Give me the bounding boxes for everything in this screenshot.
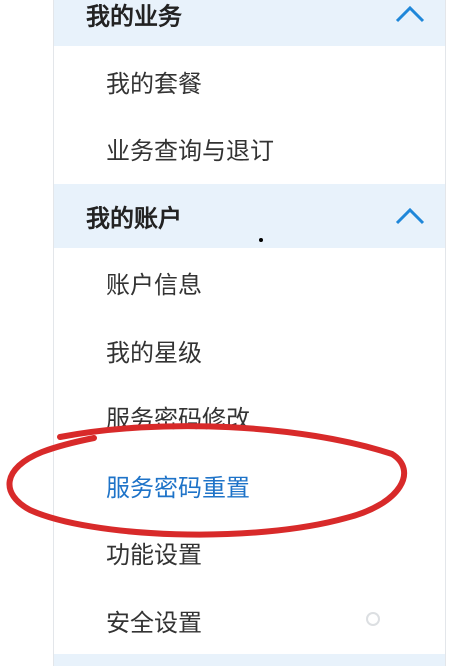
section-header-my-account[interactable]: 我的账户 — [54, 184, 445, 248]
menu-item-change-password[interactable]: 服务密码修改 — [106, 399, 250, 439]
chevron-up-icon[interactable] — [393, 3, 427, 25]
watermark-logo — [366, 608, 444, 630]
menu-item-business-query[interactable]: 业务查询与退订 — [106, 131, 274, 171]
watermark-icon — [366, 612, 380, 626]
section-title: 我的业务 — [86, 2, 182, 31]
menu-item-reset-password[interactable]: 服务密码重置 — [106, 468, 250, 508]
menu-item-security-settings[interactable]: 安全设置 — [106, 603, 202, 643]
sidebar-menu: 我的业务 我的套餐 业务查询与退订 我的账户 账户信息 我的星级 服务密码修改 … — [53, 0, 446, 666]
section-title: 我的账户 — [86, 204, 182, 233]
section-header-my-business[interactable]: 我的业务 — [54, 0, 445, 46]
menu-item-feature-settings[interactable]: 功能设置 — [106, 535, 202, 575]
cursor-dot — [259, 238, 263, 242]
menu-item-my-star-level[interactable]: 我的星级 — [106, 333, 202, 373]
menu-item-my-plan[interactable]: 我的套餐 — [106, 64, 202, 104]
chevron-up-icon[interactable] — [393, 205, 427, 227]
next-section-header — [54, 654, 445, 666]
menu-item-account-info[interactable]: 账户信息 — [106, 265, 202, 305]
